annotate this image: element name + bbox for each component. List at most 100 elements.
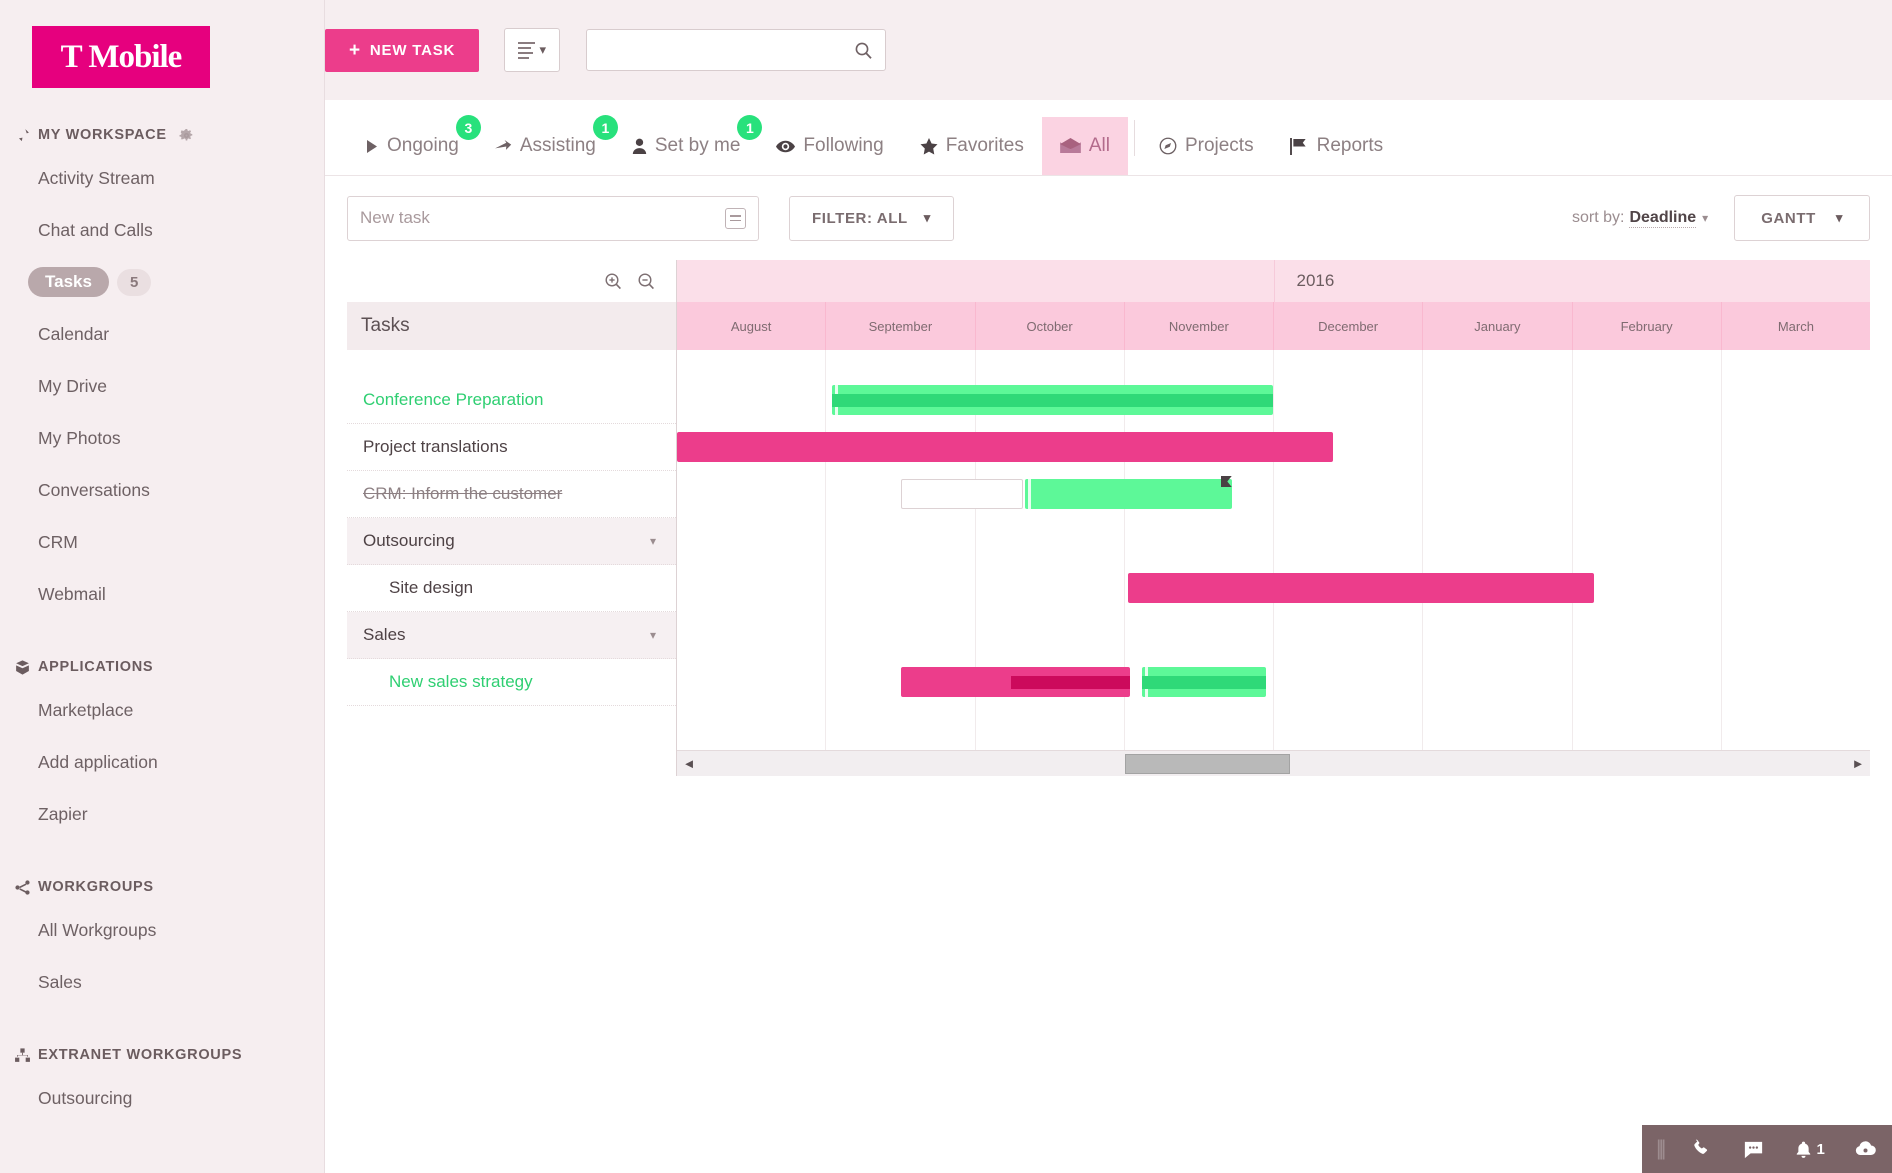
sidebar-item-my-photos[interactable]: My Photos <box>0 412 324 464</box>
sidebar-item-zapier[interactable]: Zapier <box>0 788 324 840</box>
view-mode-button[interactable]: GANTT ▾ <box>1734 195 1870 241</box>
gridline-cell <box>677 350 825 750</box>
gantt-horizontal-scrollbar[interactable]: ◄ ► <box>677 750 1870 776</box>
play-icon <box>365 139 379 154</box>
gantt-bar[interactable] <box>901 667 1131 697</box>
sidebar-section-label: WORKGROUPS <box>38 879 154 895</box>
task-row[interactable]: Outsourcing ▾ <box>347 518 676 565</box>
sidebar-item-chat-and-calls[interactable]: Chat and Calls <box>0 204 324 256</box>
task-row-label: Outsourcing <box>363 531 455 550</box>
sidebar-item-add-application[interactable]: Add application <box>0 736 324 788</box>
search-input[interactable] <box>599 41 855 59</box>
grip-icon[interactable]: ||| <box>1656 1137 1667 1161</box>
chevron-down-icon: ▾ <box>1835 210 1843 225</box>
sidebar-item-conversations[interactable]: Conversations <box>0 464 324 516</box>
bell-icon[interactable]: 1 <box>1794 1139 1825 1160</box>
tab-favorites[interactable]: Favorites <box>902 117 1042 175</box>
arrow-icon <box>494 139 512 154</box>
scroll-left-arrow[interactable]: ◄ <box>677 756 701 771</box>
pin-icon <box>14 127 38 144</box>
sidebar-section-label: EXTRANET WORKGROUPS <box>38 1047 243 1063</box>
new-task-input[interactable] <box>360 208 725 228</box>
sidebar-item-calendar[interactable]: Calendar <box>0 308 324 360</box>
gantt-bar-progress <box>1011 676 1131 689</box>
tab-ongoing[interactable]: Ongoing 3 <box>347 115 481 175</box>
gantt-bar[interactable] <box>1127 573 1595 603</box>
sidebar-item-crm[interactable]: CRM <box>0 516 324 568</box>
sidebar-item-label: My Drive <box>38 375 108 396</box>
gantt-month-row: August September October November December Ja… <box>677 302 1870 350</box>
sidebar-item-all-workgroups[interactable]: All Workgroups <box>0 904 324 956</box>
tab-divider <box>1133 119 1135 156</box>
task-row[interactable]: Site design <box>347 565 676 612</box>
sidebar-item-tasks[interactable]: Tasks 5 <box>0 256 324 308</box>
month-header-cell: November <box>1123 302 1273 350</box>
new-task-inline-input-wrapper[interactable] <box>347 195 759 241</box>
phone-icon[interactable] <box>1691 1138 1714 1161</box>
sidebar-item-sales[interactable]: Sales <box>0 956 324 1008</box>
tab-reports[interactable]: Reports <box>1272 117 1402 175</box>
notification-count: 1 <box>1816 1140 1825 1158</box>
chevron-down-icon[interactable]: ▾ <box>650 628 656 642</box>
apps-box-icon <box>14 659 38 676</box>
description-icon[interactable] <box>725 207 746 229</box>
task-row[interactable]: Conference Preparation <box>347 377 676 424</box>
sort-by-value[interactable]: Deadline <box>1629 209 1697 228</box>
gantt-bar[interactable] <box>901 479 1023 509</box>
sidebar-item-label: Conversations <box>38 479 150 500</box>
tmobile-logo[interactable]: T Mobile <box>32 26 210 88</box>
tab-assisting[interactable]: Assisting 1 <box>477 115 618 175</box>
sidebar-section-applications: APPLICATIONS <box>0 650 324 684</box>
star-icon <box>920 137 938 155</box>
task-row[interactable]: New sales strategy <box>347 659 676 706</box>
new-task-button[interactable]: + NEW TASK <box>325 28 480 72</box>
view-switch-button[interactable]: ▾ <box>504 28 561 72</box>
zoom-in-icon[interactable] <box>604 272 623 291</box>
person-icon <box>632 138 647 155</box>
plus-icon: + <box>349 39 361 61</box>
gantt-bar[interactable] <box>677 432 1334 462</box>
sidebar-item-outsourcing[interactable]: Outsourcing <box>0 1072 324 1124</box>
month-header-cell: December <box>1273 302 1422 350</box>
logo-text: T Mobile <box>60 38 183 75</box>
gantt-bar[interactable] <box>1142 667 1267 697</box>
chat-icon[interactable] <box>1742 1138 1765 1161</box>
sidebar-section-label: MY WORKSPACE <box>38 127 167 143</box>
tab-following[interactable]: Following <box>758 117 901 175</box>
task-row[interactable]: Sales ▾ <box>347 612 676 659</box>
gridline-cell <box>1571 350 1721 750</box>
sort-by-label: sort by: <box>1572 209 1625 226</box>
task-row[interactable]: Project translations <box>347 424 676 471</box>
gantt-bar[interactable] <box>832 385 1274 415</box>
chevron-down-icon[interactable]: ▾ <box>650 534 656 548</box>
filter-button[interactable]: FILTER: ALL ▾ <box>789 195 954 241</box>
gantt-task-column: Tasks Conference Preparation Project tran… <box>347 260 677 776</box>
sidebar-item-webmail[interactable]: Webmail <box>0 568 324 620</box>
zoom-out-icon[interactable] <box>637 272 656 291</box>
scroll-thumb[interactable] <box>1124 753 1290 774</box>
content-area: Ongoing 3 Assisting 1 Set by me 1 Following Fav… <box>325 100 1892 1173</box>
tab-set-by-me[interactable]: Set by me 1 <box>614 115 763 175</box>
sidebar-item-my-drive[interactable]: My Drive <box>0 360 324 412</box>
sidebar-item-label: Marketplace <box>38 699 134 720</box>
search-box[interactable] <box>586 29 887 71</box>
sidebar-item-activity-stream[interactable]: Activity Stream <box>0 152 324 204</box>
gear-icon[interactable] <box>179 128 194 143</box>
task-row[interactable]: CRM: Inform the customer <box>347 471 676 518</box>
top-toolbar: + NEW TASK ▾ <box>325 0 1892 100</box>
gantt-bar[interactable] <box>1025 476 1232 509</box>
share-nodes-icon <box>14 879 38 896</box>
task-row-list: Conference Preparation Project translatio… <box>347 377 676 706</box>
gantt-bars-area <box>677 350 1870 750</box>
task-list-top-spacer <box>347 350 676 377</box>
main-area: + NEW TASK ▾ Ongoing 3 Assisting 1 Set by me… <box>325 0 1892 1173</box>
scroll-track[interactable] <box>701 751 1846 777</box>
bottom-status-bar: ||| 1 <box>1642 1125 1892 1173</box>
scroll-right-arrow[interactable]: ► <box>1846 756 1870 771</box>
gantt-bar-progress <box>832 394 1274 407</box>
sidebar-item-marketplace[interactable]: Marketplace <box>0 684 324 736</box>
tab-all[interactable]: All <box>1041 117 1128 175</box>
cloud-icon[interactable] <box>1853 1139 1878 1159</box>
gantt-bar-progress <box>1142 676 1267 689</box>
tab-projects[interactable]: Projects <box>1141 117 1272 175</box>
